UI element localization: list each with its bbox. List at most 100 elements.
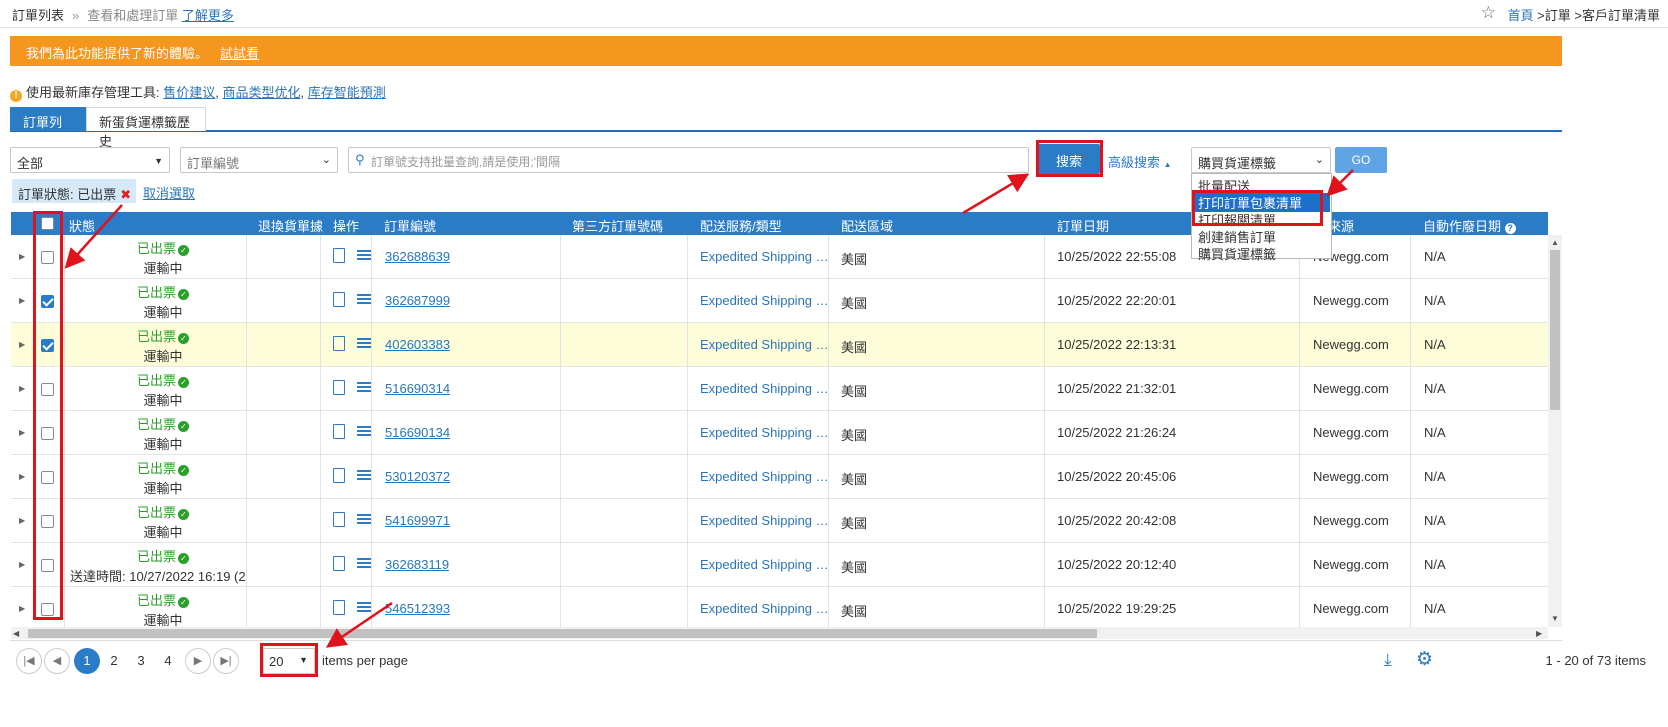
list-icon[interactable] <box>357 250 371 261</box>
learn-more-link[interactable]: 了解更多 <box>182 8 234 23</box>
document-icon[interactable] <box>333 468 345 483</box>
document-icon[interactable] <box>333 292 345 307</box>
tool-link-price[interactable]: 售价建议 <box>163 85 215 100</box>
expand-row-icon[interactable]: ▶ <box>19 472 25 481</box>
page-1-button[interactable]: 1 <box>74 648 100 674</box>
scroll-up-icon[interactable]: ▲ <box>1551 238 1559 247</box>
document-icon[interactable] <box>333 336 345 351</box>
list-icon[interactable] <box>357 558 371 569</box>
document-icon[interactable] <box>333 600 345 615</box>
expand-row-icon[interactable]: ▶ <box>19 428 25 437</box>
order-number-link[interactable]: 546512393 <box>385 601 450 616</box>
prev-page-button[interactable]: ◀ <box>44 648 70 674</box>
column-divider <box>320 323 321 367</box>
table-row[interactable]: ▶ 已出票 ✓ 運輸中 546512393 Expedited Shipping … <box>11 587 1548 631</box>
table-row[interactable]: ▶ 已出票 ✓ 運輸中 516690314 Expedited Shipping … <box>11 367 1548 411</box>
document-icon[interactable] <box>333 556 345 571</box>
order-number-link[interactable]: 362683119 <box>385 557 449 572</box>
tab-label-history[interactable]: 新蛋貨運標籤歷史 <box>86 107 206 149</box>
list-icon[interactable] <box>357 382 371 393</box>
tool-link-category[interactable]: 商品类型优化 <box>223 85 301 100</box>
caret-down-icon: ▼ <box>154 156 163 166</box>
expand-row-icon[interactable]: ▶ <box>19 604 25 613</box>
tab-order-list[interactable]: 訂單列表 <box>10 107 86 149</box>
order-number-link[interactable]: 516690134 <box>385 425 450 440</box>
ship-zone: 美國 <box>841 516 868 531</box>
table-row[interactable]: ▶ 已出票 ✓ 運輸中 402603383 Expedited Shipping … <box>11 323 1548 367</box>
list-icon[interactable] <box>357 514 371 525</box>
expand-row-icon[interactable]: ▶ <box>19 296 25 305</box>
table-footer <box>10 640 1562 683</box>
table-row[interactable]: ▶ 已出票 ✓ 送達時間: 10/27/2022 16:19 (2 3626831… <box>11 543 1548 587</box>
column-divider <box>64 455 65 499</box>
download-icon[interactable]: ⤓ <box>1384 650 1392 670</box>
tool-link-forecast[interactable]: 库存智能預測 <box>308 85 386 100</box>
list-icon[interactable] <box>357 338 371 349</box>
first-page-button[interactable]: |◀ <box>16 648 42 674</box>
document-icon[interactable] <box>333 248 345 263</box>
order-number-link[interactable]: 402603383 <box>385 337 450 352</box>
order-number-link[interactable]: 516690314 <box>385 381 450 396</box>
advanced-search-toggle[interactable]: 高級搜索 ▲ <box>1108 152 1172 171</box>
order-date: 10/25/2022 21:26:24 <box>1057 425 1177 440</box>
expand-row-icon[interactable]: ▶ <box>19 516 25 525</box>
order-number-link[interactable]: 541699971 <box>385 513 450 528</box>
scroll-right-icon[interactable]: ▶ <box>1536 629 1542 638</box>
expand-row-icon[interactable]: ▶ <box>19 340 25 349</box>
expand-row-icon[interactable]: ▶ <box>19 384 25 393</box>
col-order-date[interactable]: 訂單日期 <box>1057 216 1109 235</box>
order-number-link[interactable]: 362687999 <box>385 293 450 308</box>
column-divider <box>320 235 321 279</box>
page-2-button[interactable]: 2 <box>101 648 127 674</box>
help-icon[interactable]: ? <box>1504 223 1516 234</box>
go-button[interactable]: GO <box>1335 147 1387 173</box>
try-it-link[interactable]: 試試看 <box>220 46 259 61</box>
order-number-link[interactable]: 362688639 <box>385 249 450 264</box>
col-third-party-order[interactable]: 第三方訂單號碼 <box>572 216 663 235</box>
breadcrumb-home[interactable]: 首頁 <box>1508 8 1534 23</box>
horizontal-scroll-thumb[interactable] <box>28 629 1097 638</box>
col-shipping-service[interactable]: 配送服務/類型 <box>700 216 782 235</box>
col-status[interactable]: 狀態 <box>69 216 95 235</box>
star-icon[interactable]: ☆ <box>1481 3 1496 23</box>
list-icon[interactable] <box>357 470 371 481</box>
column-divider <box>687 455 688 499</box>
list-icon[interactable] <box>357 294 371 305</box>
col-order-number[interactable]: 訂單編號 <box>384 216 436 235</box>
column-divider <box>687 543 688 587</box>
page-4-button[interactable]: 4 <box>155 648 181 674</box>
scroll-left-icon[interactable]: ◀ <box>13 629 19 638</box>
table-row[interactable]: ▶ 已出票 ✓ 運輸中 362687999 Expedited Shipping … <box>11 279 1548 323</box>
gear-icon[interactable]: ⚙ <box>1416 648 1433 671</box>
scroll-down-icon[interactable]: ▼ <box>1551 614 1559 623</box>
annotation-box-menu <box>1192 190 1323 226</box>
remove-filter-icon[interactable]: ✖ <box>120 187 131 202</box>
table-row[interactable]: ▶ 已出票 ✓ 運輸中 541699971 Expedited Shipping … <box>11 499 1548 543</box>
column-divider <box>1044 411 1045 455</box>
document-icon[interactable] <box>333 512 345 527</box>
table-row[interactable]: ▶ 已出票 ✓ 運輸中 530120372 Expedited Shipping … <box>11 455 1548 499</box>
vertical-scroll-thumb[interactable] <box>1550 250 1560 410</box>
table-row[interactable]: ▶ 已出票 ✓ 運輸中 516690134 Expedited Shipping … <box>11 411 1548 455</box>
expand-row-icon[interactable]: ▶ <box>19 560 25 569</box>
status-select[interactable]: 全部 ▼ <box>10 147 170 173</box>
breadcrumb-orders[interactable]: 訂單 <box>1545 8 1571 23</box>
order-date: 10/25/2022 20:42:08 <box>1057 513 1177 528</box>
list-icon[interactable] <box>357 426 371 437</box>
last-page-button[interactable]: ▶| <box>213 648 239 674</box>
cancel-selection-link[interactable]: 取消選取 <box>143 183 195 202</box>
page-3-button[interactable]: 3 <box>128 648 154 674</box>
document-icon[interactable] <box>333 380 345 395</box>
menu-item-buy-shipping-label[interactable]: 購買貨運標籤 <box>1198 244 1276 263</box>
search-input[interactable]: ⚲ 訂單號支持批量查詢,請是使用;'間隔 <box>348 147 1029 173</box>
list-icon[interactable] <box>357 602 371 613</box>
col-ship-zone[interactable]: 配送區域 <box>841 216 893 235</box>
expand-row-icon[interactable]: ▶ <box>19 252 25 261</box>
document-icon[interactable] <box>333 424 345 439</box>
col-returns[interactable]: 退換貨單據 <box>258 216 323 235</box>
next-page-button[interactable]: ▶ <box>185 648 211 674</box>
batch-action-select[interactable]: 購買貨運標籤 ⌄ <box>1191 147 1331 173</box>
search-field-select[interactable]: 訂單編號 ⌄ <box>180 147 338 173</box>
col-auto-void-date[interactable]: 自動作廢日期 ? <box>1423 216 1516 235</box>
order-number-link[interactable]: 530120372 <box>385 469 450 484</box>
